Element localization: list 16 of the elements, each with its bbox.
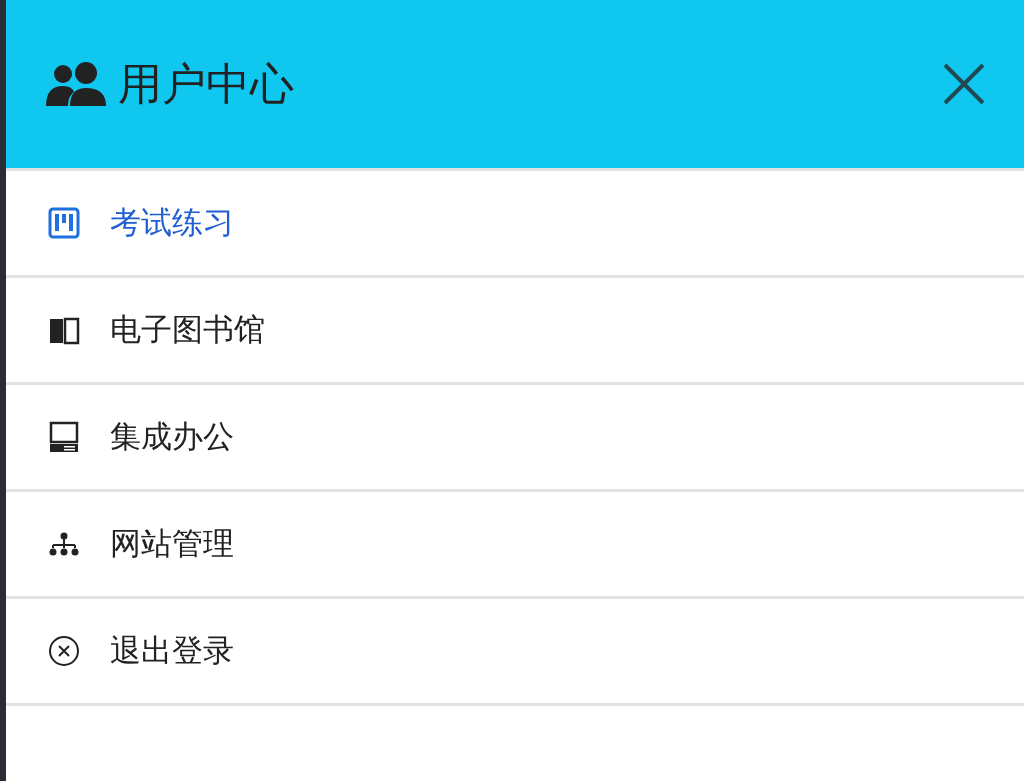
menu-label: 考试练习	[110, 203, 234, 242]
menu-item[interactable]: 集成办公	[6, 385, 1024, 492]
close-circle-icon	[48, 635, 80, 667]
menu-item[interactable]: 退出登录	[6, 599, 1024, 706]
close-button[interactable]	[942, 62, 986, 106]
menu-label: 退出登录	[110, 631, 234, 670]
board-icon	[48, 207, 80, 239]
panel-title: 用户中心	[118, 56, 295, 111]
computer-icon	[48, 421, 80, 453]
menu-label: 网站管理	[110, 524, 234, 563]
menu-label: 电子图书馆	[110, 310, 265, 349]
menu-item[interactable]: 考试练习	[6, 171, 1024, 278]
users-icon	[46, 62, 106, 106]
menu-item[interactable]: 电子图书馆	[6, 278, 1024, 385]
menu-label: 集成办公	[110, 417, 234, 456]
menu-item[interactable]: 网站管理	[6, 492, 1024, 599]
